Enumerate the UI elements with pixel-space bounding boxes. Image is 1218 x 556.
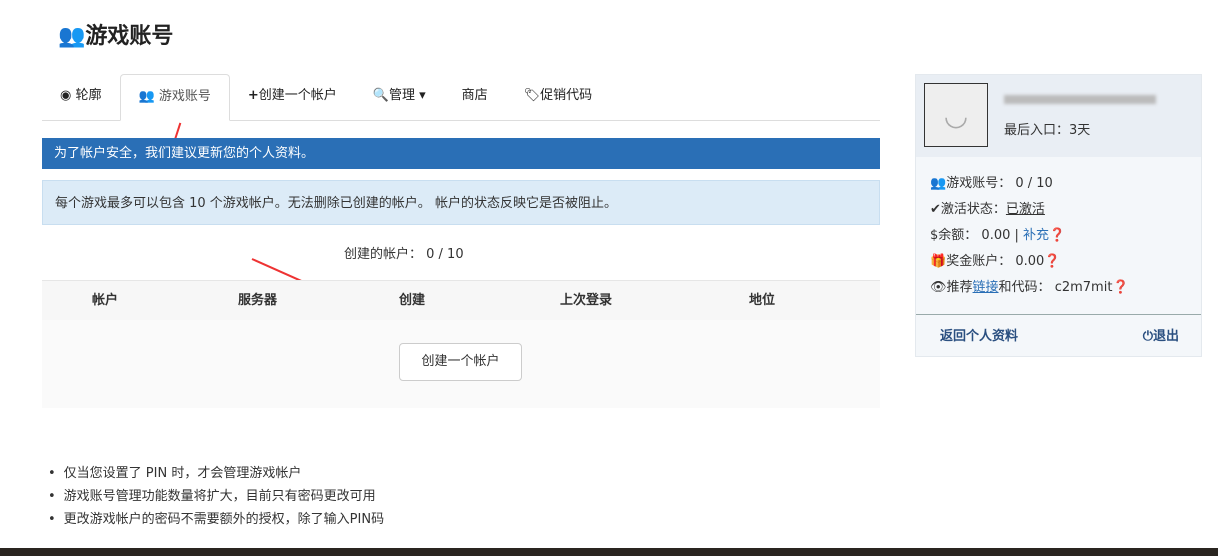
activation-link[interactable]: 已激活 (1006, 202, 1045, 217)
bottom-strip (0, 548, 1218, 556)
caret-down-icon: ▾ (419, 88, 426, 103)
username-blurred (1004, 95, 1156, 104)
tab-game-accounts[interactable]: 👥 游戏账号 (119, 74, 230, 121)
activation-row: ✔激活状态：已激活 (930, 202, 1045, 217)
col-status: 地位 (749, 293, 776, 308)
help-icon[interactable]: ❓ (1049, 228, 1065, 243)
help-icon[interactable]: ❓ (1044, 254, 1060, 269)
plus-icon: + (247, 88, 259, 103)
user-sidebar: ◡ 最后入口：3天 👥游戏账号： 0 / 10 ✔激活状态：已激活 $余额： 0… (915, 74, 1202, 357)
tab-bar: ◉ 轮廓 👥 游戏账号 +创建一个帐户 🔍管理 ▾ 商店 🏷促销代码 (42, 74, 880, 121)
gift-icon: 🎁 (930, 254, 947, 269)
col-server: 服务器 (238, 293, 278, 308)
bonus-row: 🎁奖金账户： 0.00❓ (930, 254, 1061, 269)
key-icon: 🔍 (372, 88, 389, 103)
note: 更改游戏帐户的密码不需要额外的授权，除了输入PIN码 (48, 508, 384, 531)
col-created: 创建 (399, 293, 426, 308)
note: 仅当您设置了 PIN 时，才会管理游戏帐户 (48, 462, 384, 485)
eye-icon: 👁 (930, 280, 947, 295)
col-last-login: 上次登录 (560, 293, 613, 308)
game-accounts-row: 👥游戏账号： 0 / 10 (930, 176, 1053, 191)
topup-link[interactable]: 补充 (1023, 228, 1049, 243)
col-account: 帐户 (92, 293, 119, 308)
check-icon: ✔ (930, 202, 941, 217)
tab-shop[interactable]: 商店 (444, 74, 506, 121)
security-alert: 为了帐户安全，我们建议更新您的个人资料。 (42, 138, 880, 169)
create-account-button[interactable]: 创建一个帐户 (399, 343, 522, 381)
help-icon[interactable]: ❓ (1112, 280, 1128, 295)
power-icon: ⏻ (1142, 329, 1153, 344)
page-title: 👥游戏账号 (58, 24, 174, 49)
note: 游戏账号管理功能数量将扩大，目前只有密码更改可用 (48, 485, 384, 508)
tab-profile[interactable]: ◉ 轮廓 (42, 74, 120, 121)
balance-row: $余额： 0.00 | 补充❓ (930, 228, 1066, 243)
tab-manage[interactable]: 🔍管理 ▾ (355, 74, 444, 121)
users-icon: 👥 (58, 24, 86, 49)
last-login: 最后入口：3天 (1004, 123, 1091, 138)
avatar: ◡ (924, 83, 988, 147)
created-accounts-count: 创建的帐户： 0 / 10 (344, 247, 464, 262)
info-alert: 每个游戏最多可以包含 10 个游戏帐户。无法删除已创建的帐户。 帐户的状态反映它… (42, 180, 880, 225)
tag-icon: 🏷 (523, 88, 541, 103)
logout-link[interactable]: ⏻退出 (1143, 315, 1179, 359)
referral-link[interactable]: 链接 (973, 280, 999, 295)
tab-promo-code[interactable]: 🏷促销代码 (506, 74, 611, 121)
accounts-table-header: 帐户 服务器 创建 上次登录 地位 (42, 280, 880, 320)
tab-create-account[interactable]: +创建一个帐户 (230, 74, 355, 121)
back-to-profile-link[interactable]: 返回个人资料 (940, 315, 1018, 359)
notes-list: 仅当您设置了 PIN 时，才会管理游戏帐户 游戏账号管理功能数量将扩大，目前只有… (48, 462, 384, 531)
referral-row: 👁推荐链接和代码： c2m7mit❓ (930, 280, 1129, 295)
